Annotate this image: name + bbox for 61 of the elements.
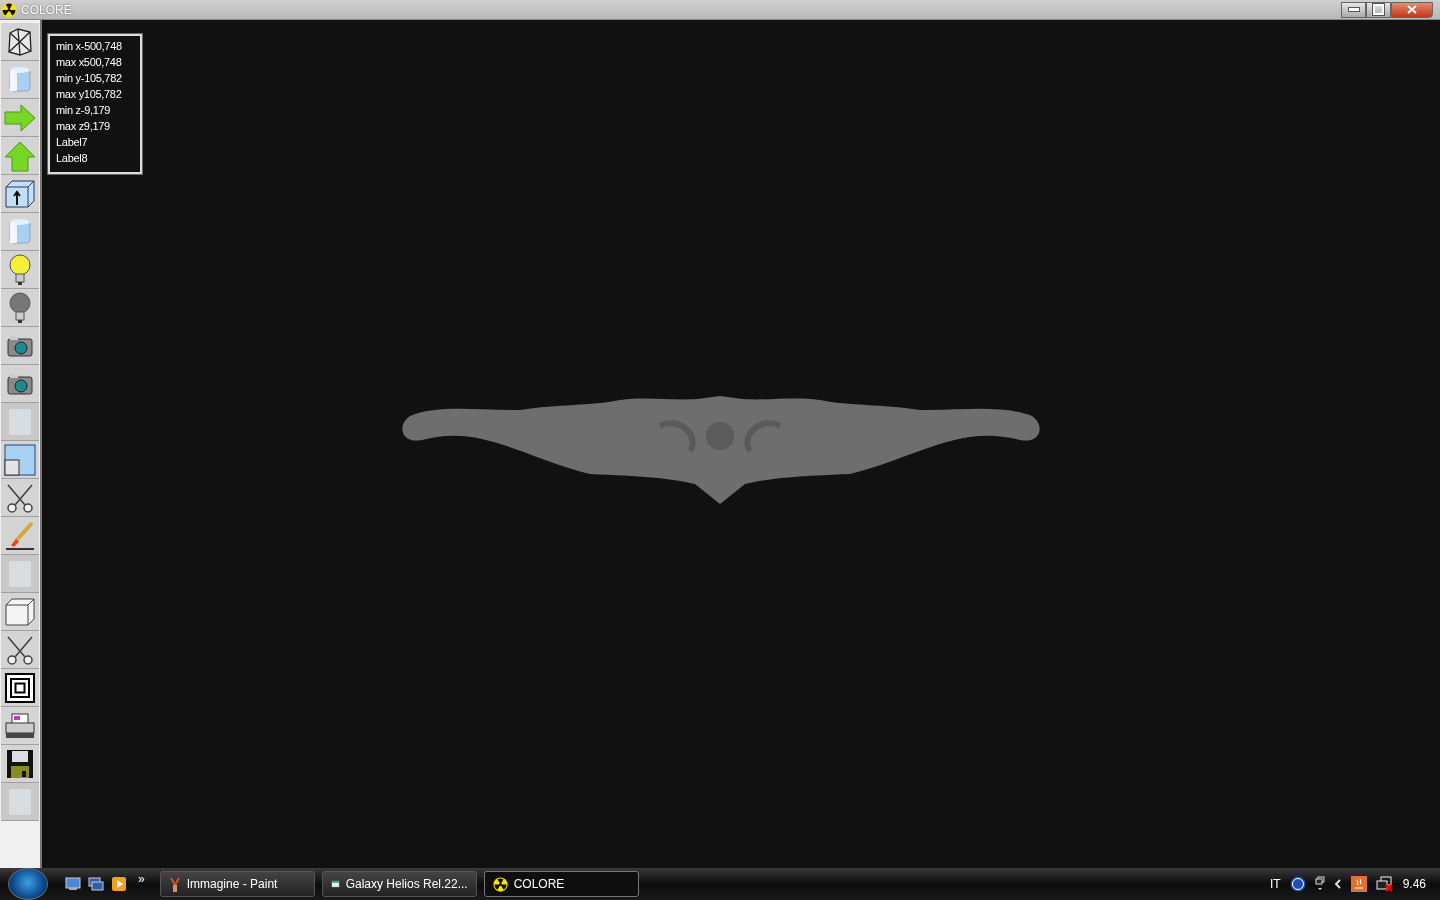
window-restore-icon[interactable] <box>1314 876 1325 892</box>
clock[interactable]: 9.46 <box>1402 877 1426 891</box>
arrow-up-icon <box>3 139 37 172</box>
scissors-icon <box>5 482 35 513</box>
tool-button[interactable] <box>1 479 39 517</box>
cylinder-icon <box>7 216 33 247</box>
info-label: min z-9,179 <box>56 103 112 118</box>
info-label: max y105,782 <box>56 87 123 102</box>
info-label: Label7 <box>56 135 89 150</box>
taskbar-button[interactable]: COLORE <box>483 871 639 897</box>
arrow-right-icon <box>3 102 37 133</box>
quick-launch-more[interactable]: » <box>134 872 153 896</box>
tool-button[interactable] <box>1 669 39 707</box>
unlit-bulb-icon <box>8 291 32 324</box>
blank-page-icon <box>7 786 33 817</box>
radiation-icon <box>492 876 508 892</box>
tool-button[interactable] <box>1 327 39 365</box>
blank-page-icon <box>7 558 33 589</box>
close-icon <box>1407 5 1417 14</box>
cylinder-icon <box>7 64 33 95</box>
tool-button[interactable] <box>1 23 39 61</box>
cube-icon <box>4 596 36 627</box>
start-button[interactable] <box>8 868 48 900</box>
radiation-icon <box>1 1 17 18</box>
tool-button[interactable] <box>1 175 39 213</box>
close-button[interactable] <box>1391 1 1433 18</box>
scissors-icon <box>5 634 35 665</box>
network-disconnected-icon[interactable] <box>1375 876 1394 892</box>
info-label: Label8 <box>56 151 89 166</box>
tool-button[interactable] <box>1 745 39 783</box>
tool-button[interactable] <box>1 365 39 403</box>
paintbrush-icon <box>4 520 36 551</box>
desktop-icon[interactable] <box>65 877 81 891</box>
windows-switch-icon[interactable] <box>88 877 104 891</box>
window-title: COLORE <box>21 2 72 17</box>
tool-button[interactable] <box>1 517 39 555</box>
box-arrow-icon <box>4 178 36 209</box>
blank-page-icon <box>7 406 33 437</box>
info-label: max z9,179 <box>56 119 111 134</box>
taskbar-button[interactable]: Immagine - Paint <box>159 871 315 897</box>
wireframe-icon <box>6 26 34 57</box>
minimize-button[interactable] <box>1341 1 1366 18</box>
media-player-icon[interactable] <box>111 876 127 892</box>
camera-icon <box>6 371 34 396</box>
info-label: min x-500,748 <box>56 39 123 54</box>
concentric-squares-icon <box>5 672 35 703</box>
language-indicator[interactable]: IT <box>1269 877 1281 891</box>
tool-button[interactable] <box>1 707 39 745</box>
printer-icon <box>4 711 36 740</box>
info-label: max x500,748 <box>56 55 123 70</box>
tool-button[interactable] <box>1 631 39 669</box>
help-icon[interactable] <box>1289 876 1306 892</box>
taskbar-button[interactable]: Galaxy Helios Rel.22... <box>321 871 477 897</box>
chevron-left-icon[interactable] <box>1333 879 1342 889</box>
camera-icon <box>6 333 34 358</box>
restore-button[interactable] <box>1366 1 1391 18</box>
light-bulb-icon <box>8 253 32 286</box>
paint-icon <box>168 876 181 892</box>
window-app-icon <box>330 878 340 890</box>
info-label: min y-105,782 <box>56 71 123 86</box>
windows-icon <box>4 443 36 476</box>
